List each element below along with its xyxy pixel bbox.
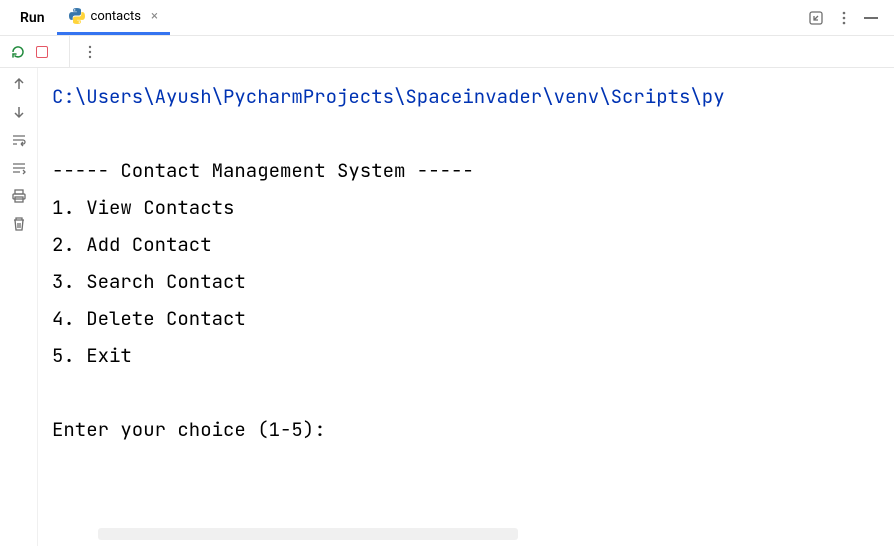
main-area: C:\Users\Ayush\PycharmProjects\Spaceinva…: [0, 68, 894, 546]
up-arrow-icon[interactable]: [11, 76, 27, 92]
interpreter-path: C:\Users\Ayush\PycharmProjects\Spaceinva…: [52, 84, 725, 109]
stop-icon[interactable]: [36, 46, 48, 58]
rerun-icon[interactable]: [10, 44, 26, 60]
console-line: 1. View Contacts: [52, 195, 234, 220]
tab-label: contacts: [91, 9, 142, 24]
run-tool-label: Run: [8, 10, 57, 26]
console-line: 2. Add Contact: [52, 232, 212, 257]
console-prompt: Enter your choice (1-5):: [52, 417, 337, 442]
more-options-icon[interactable]: [836, 10, 852, 26]
horizontal-scrollbar[interactable]: [98, 528, 518, 540]
toolbar-left: [0, 36, 70, 67]
soft-wrap-icon[interactable]: [11, 132, 27, 148]
scroll-to-end-icon[interactable]: [11, 160, 27, 176]
console-line: 5. Exit: [52, 343, 132, 368]
python-file-icon: [69, 8, 85, 24]
minimize-icon[interactable]: [864, 17, 878, 19]
tab-contacts[interactable]: contacts ×: [57, 0, 170, 35]
tab-bar-left: Run contacts ×: [8, 0, 170, 35]
console-line: 4. Delete Contact: [52, 306, 246, 331]
console-gutter: [0, 68, 38, 546]
close-tab-icon[interactable]: ×: [151, 9, 158, 24]
print-icon[interactable]: [11, 188, 27, 204]
console-output[interactable]: C:\Users\Ayush\PycharmProjects\Spaceinva…: [38, 68, 894, 546]
tab-bar: Run contacts ×: [0, 0, 894, 36]
console-line: 3. Search Contact: [52, 269, 246, 294]
expand-icon[interactable]: [808, 10, 824, 26]
more-actions-icon[interactable]: [82, 44, 98, 60]
tab-bar-right: [808, 10, 886, 26]
down-arrow-icon[interactable]: [11, 104, 27, 120]
console-line: ----- Contact Management System -----: [52, 158, 474, 183]
trash-icon[interactable]: [11, 216, 27, 232]
toolbar-right: [70, 36, 110, 67]
toolbar: [0, 36, 894, 68]
